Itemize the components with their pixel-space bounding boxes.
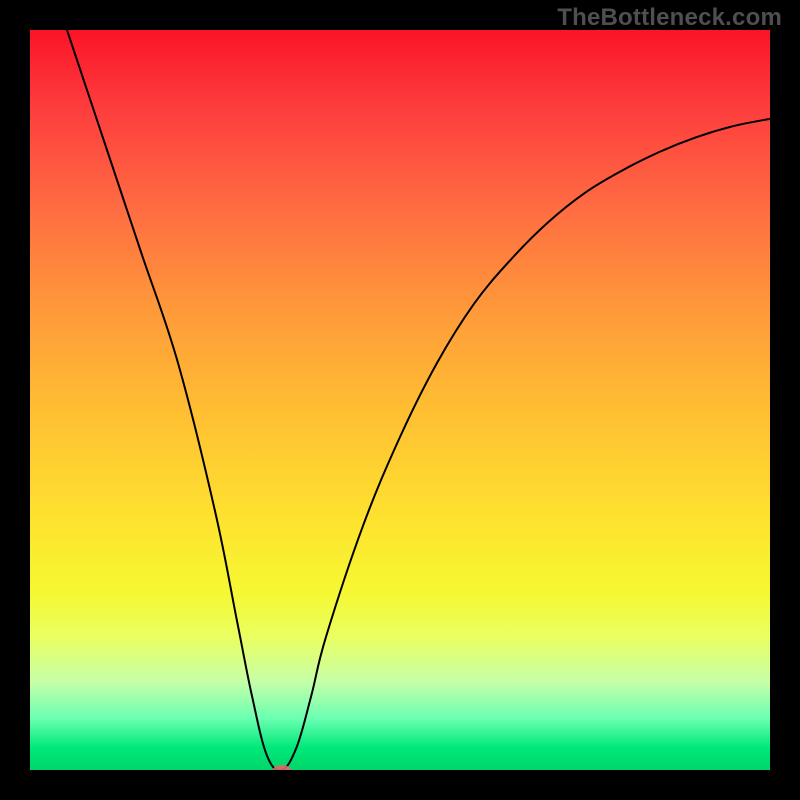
watermark-text: TheBottleneck.com [557, 4, 782, 32]
plot-area [30, 30, 770, 770]
chart-frame: TheBottleneck.com [0, 0, 800, 800]
optimum-marker [273, 765, 291, 770]
bottleneck-curve [30, 30, 770, 770]
